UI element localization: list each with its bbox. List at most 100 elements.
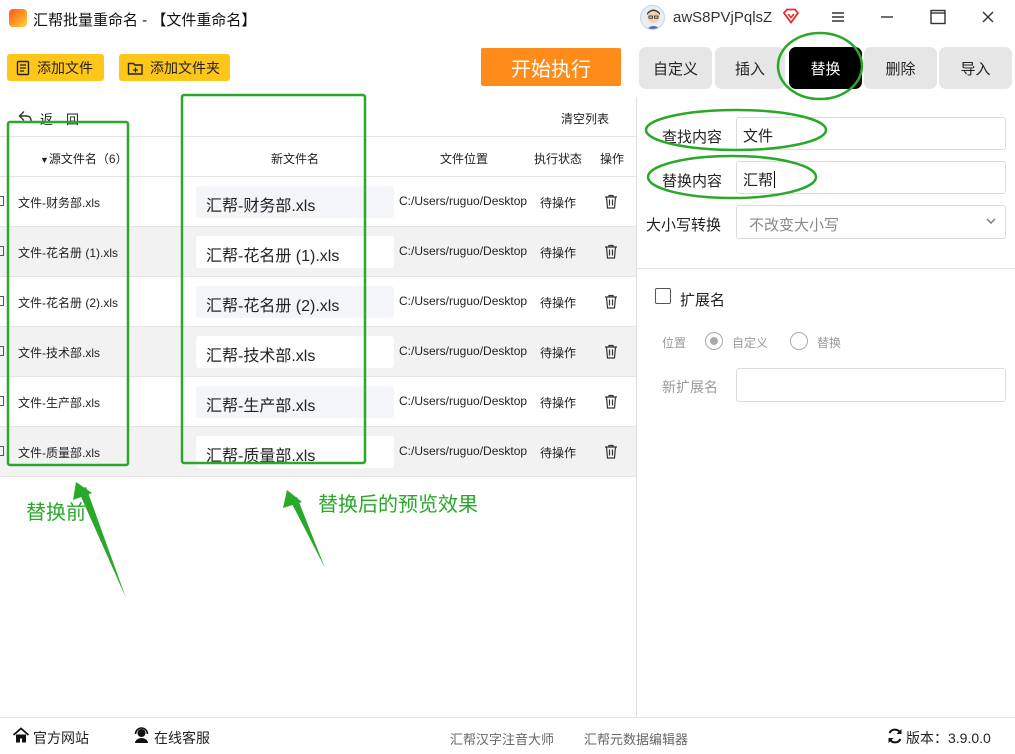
- table-row[interactable]: 文件-花名册 (1).xls 汇帮-花名册 (1).xls C:/Users/rug…: [0, 227, 636, 277]
- new-filename: 汇帮-财务部.xls: [196, 186, 394, 218]
- table-row[interactable]: 文件-花名册 (2).xls 汇帮-花名册 (2).xls C:/Users/rug…: [0, 277, 636, 327]
- online-support-link[interactable]: 在线客服: [154, 728, 210, 748]
- status-text: 待操作: [540, 396, 577, 410]
- source-filename: 文件-技术部.xls: [18, 346, 100, 360]
- table-row[interactable]: 文件-质量部.xls 汇帮-质量部.xls C:/Users/ruguo/Deskt…: [0, 427, 636, 477]
- file-icon: [0, 446, 4, 456]
- file-icon: [0, 296, 4, 306]
- source-filename: 文件-质量部.xls: [18, 446, 100, 460]
- app-logo-icon: [9, 9, 27, 27]
- add-folder-button[interactable]: 添加文件夹: [119, 54, 230, 81]
- file-location: C:/Users/ruguo/Desktop: [399, 244, 528, 258]
- file-icon: [16, 60, 30, 75]
- radio-custom[interactable]: [705, 332, 723, 350]
- official-website-link[interactable]: 官方网站: [33, 728, 89, 748]
- tab-3[interactable]: 删除: [864, 47, 937, 89]
- radio-replace[interactable]: [790, 332, 808, 350]
- window-title: 汇帮批量重命名 - 【文件重命名】: [33, 12, 257, 29]
- start-button[interactable]: 开始执行: [481, 48, 621, 86]
- file-location: C:/Users/ruguo/Desktop: [399, 394, 528, 408]
- position-label: 位置: [662, 336, 687, 350]
- add-file-button[interactable]: 添加文件: [7, 54, 104, 81]
- back-arrow-icon[interactable]: [18, 110, 33, 123]
- chevron-down-icon: [986, 218, 996, 224]
- annotation-after: 替换后的预览效果: [318, 494, 478, 516]
- panel-divider: [636, 97, 637, 717]
- promo-link-pinyin[interactable]: 汇帮汉字注音大师: [450, 729, 554, 748]
- find-value: 文件: [743, 128, 774, 145]
- customer-service-icon: [134, 727, 149, 743]
- promo-link-metadata[interactable]: 汇帮元数据编辑器: [584, 729, 688, 748]
- folder-add-icon: [127, 62, 143, 75]
- table-row[interactable]: 文件-技术部.xls 汇帮-技术部.xls C:/Users/ruguo/Deskt…: [0, 327, 636, 377]
- home-icon: [12, 727, 30, 743]
- source-filename: 文件-生产部.xls: [18, 396, 100, 410]
- new-filename: 汇帮-技术部.xls: [196, 336, 394, 368]
- source-filename: 文件-花名册 (1).xls: [18, 246, 118, 260]
- back-button[interactable]: 返 回: [40, 109, 79, 128]
- status-bar: 官方网站 在线客服 汇帮汉字注音大师 汇帮元数据编辑器 版本：3.9.0.0: [0, 717, 1015, 754]
- refresh-icon: [888, 728, 902, 744]
- status-text: 待操作: [540, 296, 577, 310]
- menu-icon[interactable]: [825, 6, 851, 28]
- replace-label: 替换内容: [662, 173, 723, 190]
- new-filename: 汇帮-质量部.xls: [196, 436, 394, 468]
- find-label: 查找内容: [662, 129, 723, 146]
- case-label: 大小写转换: [646, 217, 722, 234]
- close-icon[interactable]: [975, 6, 1001, 28]
- minimize-icon[interactable]: [874, 6, 900, 28]
- find-input[interactable]: 文件: [736, 117, 1006, 150]
- replace-value: 汇帮: [743, 172, 774, 189]
- vip-diamond-icon[interactable]: [782, 8, 800, 24]
- tab-1[interactable]: 插入: [715, 47, 785, 89]
- new-name-column-header: 新文件名: [271, 152, 320, 166]
- new-filename: 汇帮-花名册 (2).xls: [196, 286, 394, 318]
- file-location: C:/Users/ruguo/Desktop: [399, 344, 528, 358]
- table-row[interactable]: 文件-生产部.xls 汇帮-生产部.xls C:/Users/ruguo/Deskt…: [0, 377, 636, 427]
- add-file-label: 添加文件: [37, 59, 93, 76]
- file-icon: [0, 246, 4, 256]
- trash-icon[interactable]: [604, 344, 618, 359]
- section-divider: [637, 268, 1015, 269]
- table-header: ▼源文件名（6） 新文件名 文件位置 执行状态 操作: [0, 137, 636, 177]
- extension-checkbox[interactable]: [655, 288, 671, 304]
- replace-input[interactable]: 汇帮: [736, 161, 1006, 194]
- tab-4[interactable]: 导入: [939, 47, 1012, 89]
- radio-replace-label: 替换: [817, 336, 842, 350]
- clear-list-button[interactable]: 清空列表: [561, 110, 609, 127]
- version-label: 版本：3.9.0.0: [906, 730, 991, 746]
- radio-custom-label: 自定义: [732, 336, 769, 350]
- status-column-header: 执行状态: [534, 152, 583, 166]
- tab-0[interactable]: 自定义: [639, 47, 712, 89]
- table-row[interactable]: 文件-财务部.xls 汇帮-财务部.xls C:/Users/ruguo/Deskt…: [0, 177, 636, 227]
- file-icon: [0, 346, 4, 356]
- username[interactable]: awS8PVjPqlsZ: [673, 9, 772, 26]
- user-avatar[interactable]: [640, 5, 665, 30]
- trash-icon[interactable]: [604, 244, 618, 259]
- file-icon: [0, 396, 4, 406]
- file-location: C:/Users/ruguo/Desktop: [399, 294, 528, 308]
- file-location: C:/Users/ruguo/Desktop: [399, 444, 528, 458]
- extension-label: 扩展名: [680, 292, 726, 309]
- new-extension-input[interactable]: [736, 368, 1006, 402]
- list-top-bar: 返 回 清空列表: [0, 97, 636, 137]
- tab-2[interactable]: 替换: [789, 47, 862, 89]
- new-filename: 汇帮-花名册 (1).xls: [196, 236, 394, 268]
- text-cursor: [774, 171, 776, 188]
- status-text: 待操作: [540, 446, 577, 460]
- action-column-header: 操作: [600, 152, 625, 166]
- maximize-icon[interactable]: [925, 6, 951, 28]
- trash-icon[interactable]: [604, 194, 618, 209]
- trash-icon[interactable]: [604, 394, 618, 409]
- location-column-header: 文件位置: [440, 152, 489, 166]
- case-select[interactable]: 不改变大小写: [736, 205, 1006, 239]
- source-filename: 文件-财务部.xls: [18, 196, 100, 210]
- title-bar: 汇帮批量重命名 - 【文件重命名】 awS8PVjPqlsZ: [0, 0, 1015, 36]
- sort-down-icon: ▼: [40, 155, 49, 165]
- add-folder-label: 添加文件夹: [150, 59, 220, 76]
- trash-icon[interactable]: [604, 444, 618, 459]
- file-list-panel: 返 回 清空列表 ▼源文件名（6） 新文件名 文件位置 执行状态 操作 文件-财…: [0, 97, 636, 717]
- trash-icon[interactable]: [604, 294, 618, 309]
- sort-source-header[interactable]: ▼源文件名（6）: [40, 150, 128, 167]
- new-extension-label: 新扩展名: [662, 379, 718, 395]
